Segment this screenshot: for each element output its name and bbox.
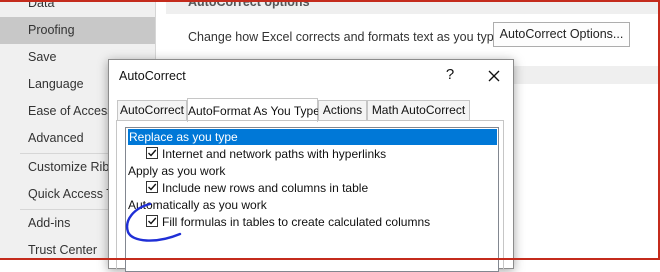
sidebar-item-data[interactable]: Data bbox=[0, 0, 155, 17]
checkbox-include-rows-columns[interactable] bbox=[146, 181, 158, 193]
frame-border bbox=[0, 0, 660, 2]
close-icon bbox=[488, 70, 500, 82]
autocorrect-options-button[interactable]: AutoCorrect Options... bbox=[493, 22, 630, 47]
help-button[interactable]: ? bbox=[440, 65, 460, 85]
option-label: Internet and network paths with hyperlin… bbox=[162, 147, 387, 161]
list-group-replace-as-you-type[interactable]: Replace as you type bbox=[128, 129, 497, 145]
option-label: Include new rows and columns in table bbox=[162, 181, 369, 195]
section-header: AutoCorrect options bbox=[166, 0, 658, 14]
checkbox-hyperlinks[interactable] bbox=[146, 147, 158, 159]
tab-autoformat-as-you-type[interactable]: AutoFormat As You Type bbox=[187, 98, 320, 122]
tab-actions[interactable]: Actions bbox=[318, 100, 367, 121]
autocorrect-description: Change how Excel corrects and formats te… bbox=[188, 30, 505, 44]
checkmark-icon bbox=[148, 183, 157, 191]
sidebar-item-proofing[interactable]: Proofing bbox=[0, 17, 155, 44]
annotation-circle-mark bbox=[125, 202, 182, 242]
list-group-apply-as-you-work: Apply as you work bbox=[128, 164, 226, 178]
close-button[interactable] bbox=[483, 65, 505, 87]
section-header bbox=[506, 66, 658, 84]
tab-autocorrect[interactable]: AutoCorrect bbox=[117, 100, 187, 121]
checkmark-icon bbox=[148, 149, 157, 157]
option-label: Fill formulas in tables to create calcul… bbox=[162, 215, 431, 229]
tab-math-autocorrect[interactable]: Math AutoCorrect bbox=[367, 100, 470, 121]
dialog-title: AutoCorrect bbox=[119, 69, 186, 83]
